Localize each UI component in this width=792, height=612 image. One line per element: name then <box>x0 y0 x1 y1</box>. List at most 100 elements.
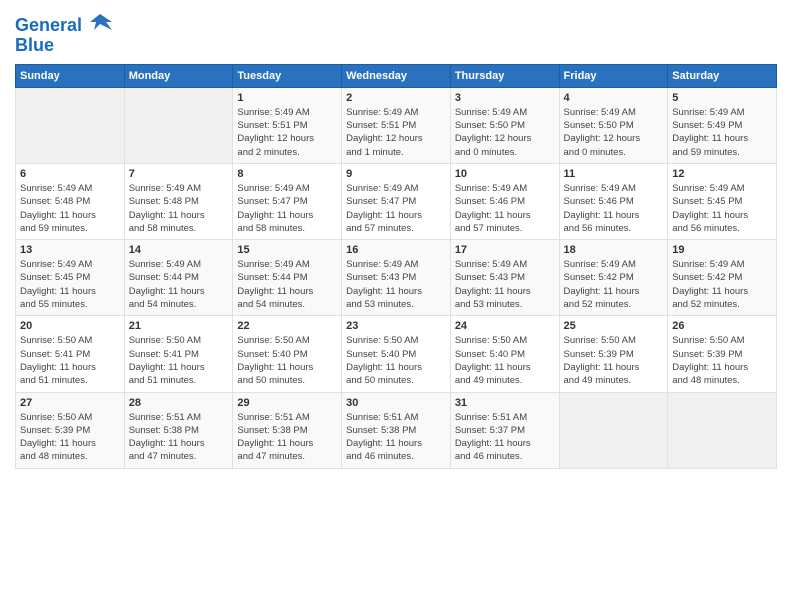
day-number: 1 <box>237 92 337 104</box>
day-number: 24 <box>455 320 555 332</box>
day-info: Sunrise: 5:50 AM Sunset: 5:41 PM Dayligh… <box>20 334 120 387</box>
calendar-cell: 4Sunrise: 5:49 AM Sunset: 5:50 PM Daylig… <box>559 87 668 163</box>
day-info: Sunrise: 5:49 AM Sunset: 5:51 PM Dayligh… <box>237 106 337 159</box>
day-number: 29 <box>237 397 337 409</box>
day-number: 7 <box>129 168 229 180</box>
day-info: Sunrise: 5:49 AM Sunset: 5:46 PM Dayligh… <box>455 182 555 235</box>
calendar-cell: 21Sunrise: 5:50 AM Sunset: 5:41 PM Dayli… <box>124 316 233 392</box>
day-info: Sunrise: 5:49 AM Sunset: 5:43 PM Dayligh… <box>455 258 555 311</box>
day-number: 22 <box>237 320 337 332</box>
weekday-header-friday: Friday <box>559 64 668 87</box>
day-number: 25 <box>564 320 664 332</box>
calendar-cell <box>559 392 668 468</box>
day-info: Sunrise: 5:49 AM Sunset: 5:43 PM Dayligh… <box>346 258 446 311</box>
day-info: Sunrise: 5:49 AM Sunset: 5:50 PM Dayligh… <box>564 106 664 159</box>
day-info: Sunrise: 5:50 AM Sunset: 5:39 PM Dayligh… <box>20 411 120 464</box>
day-info: Sunrise: 5:49 AM Sunset: 5:45 PM Dayligh… <box>672 182 772 235</box>
calendar-cell: 13Sunrise: 5:49 AM Sunset: 5:45 PM Dayli… <box>16 240 125 316</box>
day-number: 19 <box>672 244 772 256</box>
day-number: 30 <box>346 397 446 409</box>
day-number: 16 <box>346 244 446 256</box>
day-number: 17 <box>455 244 555 256</box>
weekday-header-saturday: Saturday <box>668 64 777 87</box>
day-number: 23 <box>346 320 446 332</box>
calendar-cell: 14Sunrise: 5:49 AM Sunset: 5:44 PM Dayli… <box>124 240 233 316</box>
calendar-cell <box>668 392 777 468</box>
calendar-cell: 9Sunrise: 5:49 AM Sunset: 5:47 PM Daylig… <box>342 163 451 239</box>
day-info: Sunrise: 5:50 AM Sunset: 5:39 PM Dayligh… <box>564 334 664 387</box>
day-number: 18 <box>564 244 664 256</box>
logo: General Blue <box>15 14 114 56</box>
day-number: 28 <box>129 397 229 409</box>
day-info: Sunrise: 5:51 AM Sunset: 5:38 PM Dayligh… <box>237 411 337 464</box>
day-info: Sunrise: 5:49 AM Sunset: 5:47 PM Dayligh… <box>237 182 337 235</box>
calendar-cell: 26 Sunrise: 5:50 AM Sunset: 5:39 PM Dayli… <box>668 316 777 392</box>
day-number: 13 <box>20 244 120 256</box>
calendar-cell: 6 Sunrise: 5:49 AM Sunset: 5:48 PM Daylig… <box>16 163 125 239</box>
day-number: 27 <box>20 397 120 409</box>
calendar-cell <box>16 87 125 163</box>
day-number: 5 <box>672 92 772 104</box>
weekday-header-sunday: Sunday <box>16 64 125 87</box>
day-info: Sunrise: 5:49 AM Sunset: 5:49 PM Dayligh… <box>672 106 772 159</box>
calendar-cell: 11 Sunrise: 5:49 AM Sunset: 5:46 PM Dayli… <box>559 163 668 239</box>
calendar-cell: 24 Sunrise: 5:50 AM Sunset: 5:40 PM Dayli… <box>450 316 559 392</box>
logo-text-general: General <box>15 15 82 35</box>
calendar-cell: 23 Sunrise: 5:50 AM Sunset: 5:40 PM Dayli… <box>342 316 451 392</box>
calendar-cell: 5 Sunrise: 5:49 AM Sunset: 5:49 PM Daylig… <box>668 87 777 163</box>
day-number: 3 <box>455 92 555 104</box>
day-number: 10 <box>455 168 555 180</box>
calendar-cell: 18 Sunrise: 5:49 AM Sunset: 5:42 PM Dayli… <box>559 240 668 316</box>
page-header: General Blue <box>15 10 777 56</box>
day-number: 20 <box>20 320 120 332</box>
weekday-header-tuesday: Tuesday <box>233 64 342 87</box>
weekday-header-monday: Monday <box>124 64 233 87</box>
day-info: Sunrise: 5:49 AM Sunset: 5:44 PM Dayligh… <box>237 258 337 311</box>
calendar-cell: 19 Sunrise: 5:49 AM Sunset: 5:42 PM Dayli… <box>668 240 777 316</box>
calendar-cell: 30 Sunrise: 5:51 AM Sunset: 5:38 PM Dayli… <box>342 392 451 468</box>
day-number: 11 <box>564 168 664 180</box>
day-number: 15 <box>237 244 337 256</box>
calendar-cell: 20 Sunrise: 5:50 AM Sunset: 5:41 PM Dayli… <box>16 316 125 392</box>
calendar-cell: 22Sunrise: 5:50 AM Sunset: 5:40 PM Dayli… <box>233 316 342 392</box>
calendar-cell: 27 Sunrise: 5:50 AM Sunset: 5:39 PM Dayli… <box>16 392 125 468</box>
calendar-week-row: 6 Sunrise: 5:49 AM Sunset: 5:48 PM Daylig… <box>16 163 777 239</box>
day-info: Sunrise: 5:49 AM Sunset: 5:48 PM Dayligh… <box>20 182 120 235</box>
calendar-week-row: 20 Sunrise: 5:50 AM Sunset: 5:41 PM Dayli… <box>16 316 777 392</box>
weekday-header-thursday: Thursday <box>450 64 559 87</box>
calendar-cell: 3 Sunrise: 5:49 AM Sunset: 5:50 PM Daylig… <box>450 87 559 163</box>
day-number: 21 <box>129 320 229 332</box>
calendar-week-row: 1 Sunrise: 5:49 AM Sunset: 5:51 PM Daylig… <box>16 87 777 163</box>
calendar-cell: 10 Sunrise: 5:49 AM Sunset: 5:46 PM Dayli… <box>450 163 559 239</box>
calendar-cell: 31Sunrise: 5:51 AM Sunset: 5:37 PM Dayli… <box>450 392 559 468</box>
day-number: 31 <box>455 397 555 409</box>
weekday-header-wednesday: Wednesday <box>342 64 451 87</box>
day-info: Sunrise: 5:49 AM Sunset: 5:42 PM Dayligh… <box>564 258 664 311</box>
calendar-cell: 8Sunrise: 5:49 AM Sunset: 5:47 PM Daylig… <box>233 163 342 239</box>
calendar-cell: 12 Sunrise: 5:49 AM Sunset: 5:45 PM Dayli… <box>668 163 777 239</box>
day-info: Sunrise: 5:51 AM Sunset: 5:38 PM Dayligh… <box>346 411 446 464</box>
calendar-cell: 25 Sunrise: 5:50 AM Sunset: 5:39 PM Dayli… <box>559 316 668 392</box>
day-info: Sunrise: 5:49 AM Sunset: 5:50 PM Dayligh… <box>455 106 555 159</box>
calendar-cell: 1 Sunrise: 5:49 AM Sunset: 5:51 PM Daylig… <box>233 87 342 163</box>
logo-bird-icon <box>86 12 114 38</box>
day-info: Sunrise: 5:49 AM Sunset: 5:51 PM Dayligh… <box>346 106 446 159</box>
day-number: 6 <box>20 168 120 180</box>
day-number: 12 <box>672 168 772 180</box>
calendar-cell: 17 Sunrise: 5:49 AM Sunset: 5:43 PM Dayli… <box>450 240 559 316</box>
calendar-table: SundayMondayTuesdayWednesdayThursdayFrid… <box>15 64 777 469</box>
day-info: Sunrise: 5:49 AM Sunset: 5:42 PM Dayligh… <box>672 258 772 311</box>
day-info: Sunrise: 5:51 AM Sunset: 5:38 PM Dayligh… <box>129 411 229 464</box>
calendar-cell: 28 Sunrise: 5:51 AM Sunset: 5:38 PM Dayli… <box>124 392 233 468</box>
day-info: Sunrise: 5:49 AM Sunset: 5:46 PM Dayligh… <box>564 182 664 235</box>
day-info: Sunrise: 5:50 AM Sunset: 5:40 PM Dayligh… <box>455 334 555 387</box>
day-number: 14 <box>129 244 229 256</box>
calendar-cell: 7Sunrise: 5:49 AM Sunset: 5:48 PM Daylig… <box>124 163 233 239</box>
calendar-header-row: SundayMondayTuesdayWednesdayThursdayFrid… <box>16 64 777 87</box>
calendar-cell <box>124 87 233 163</box>
day-info: Sunrise: 5:50 AM Sunset: 5:39 PM Dayligh… <box>672 334 772 387</box>
logo-text-blue: Blue <box>15 36 114 56</box>
day-info: Sunrise: 5:50 AM Sunset: 5:40 PM Dayligh… <box>346 334 446 387</box>
calendar-cell: 16 Sunrise: 5:49 AM Sunset: 5:43 PM Dayli… <box>342 240 451 316</box>
day-number: 26 <box>672 320 772 332</box>
